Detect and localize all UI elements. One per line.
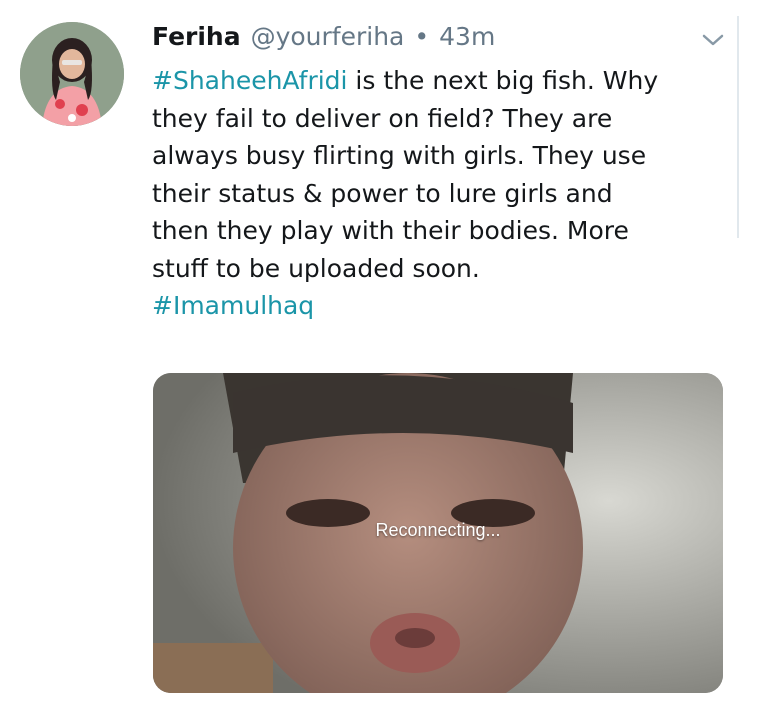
user-handle[interactable]: @yourferiha	[251, 22, 405, 51]
tweet-line: stuff to be uploaded soon.	[152, 253, 480, 283]
video-player[interactable]: Reconnecting...	[153, 373, 723, 693]
timestamp[interactable]: 43m	[439, 22, 495, 51]
reconnecting-overlay: Reconnecting...	[375, 520, 501, 540]
tweet-header: Feriha @yourferiha • 43m	[152, 22, 495, 58]
chevron-down-icon[interactable]	[700, 30, 726, 50]
tweet-line: #Imamulhaq	[152, 287, 732, 325]
hashtag-link[interactable]: #Imamulhaq	[152, 291, 314, 320]
tweet-line: #ShaheehAfridi is the next big fish. Why	[152, 62, 732, 100]
tweet-line: they fail to deliver on field? They are	[152, 103, 613, 133]
separator-dot: •	[414, 22, 430, 51]
tweet-text-segment: is the next big fish. Why	[347, 66, 659, 95]
scrollbar[interactable]	[737, 16, 739, 238]
tweet-text: #ShaheehAfridi is the next big fish. Why…	[152, 62, 732, 325]
hashtag-link[interactable]: #ShaheehAfridi	[152, 66, 347, 95]
tweet-line: their status & power to lure girls and	[152, 178, 613, 208]
tweet-card[interactable]: Feriha @yourferiha • 43m #ShaheehAfridi …	[0, 0, 759, 705]
tweet-line: then they play with their bodies. More	[152, 216, 629, 245]
display-name[interactable]: Feriha	[152, 22, 241, 51]
tweet-line: always busy flirting with girls. They us…	[152, 141, 647, 170]
avatar-image	[20, 22, 124, 126]
avatar[interactable]	[20, 22, 124, 126]
